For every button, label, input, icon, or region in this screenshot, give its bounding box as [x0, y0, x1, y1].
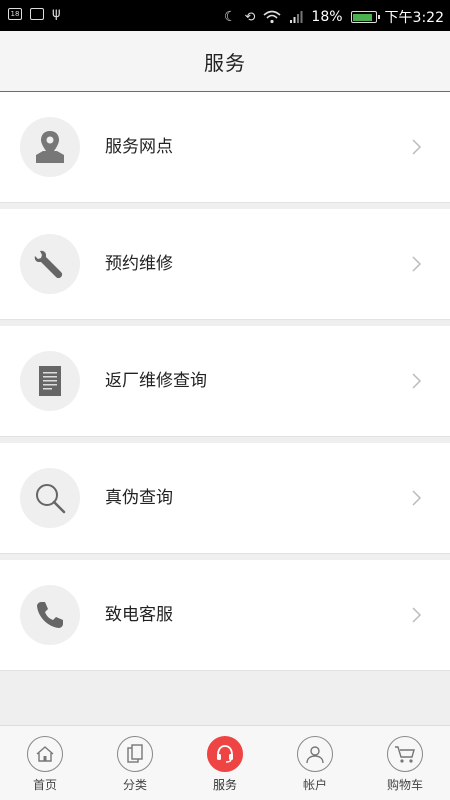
- moon-icon: ☾: [223, 9, 237, 25]
- chevron-right-icon: [412, 490, 422, 506]
- status-right: ☾ ⟲ 18% 下午3:22: [224, 7, 444, 27]
- service-item-call-support[interactable]: 致电客服: [0, 560, 450, 671]
- service-item-label: 返厂维修查询: [105, 371, 207, 391]
- screenshot-icon: [30, 7, 44, 20]
- chevron-right-icon: [412, 373, 422, 389]
- service-item-outlets[interactable]: 服务网点: [0, 92, 450, 203]
- battery-percent: 18%: [311, 9, 343, 25]
- wifi-icon: [263, 10, 281, 24]
- chevron-right-icon: [412, 256, 422, 272]
- headset-icon: [207, 736, 243, 772]
- service-item-label: 真伪查询: [105, 488, 173, 508]
- service-item-return-repair-query[interactable]: 返厂维修查询: [0, 326, 450, 437]
- status-left-icons: 18 ψ: [8, 6, 61, 21]
- battery-icon: [350, 11, 380, 23]
- service-item-authenticity-check[interactable]: 真伪查询: [0, 443, 450, 554]
- rotate-icon: ⟲: [244, 9, 256, 25]
- tab-label: 购物车: [386, 778, 423, 792]
- status-time: 下午3:22: [384, 10, 444, 26]
- service-item-label: 致电客服: [105, 605, 173, 625]
- tab-cart[interactable]: 购物车: [360, 726, 450, 800]
- chevron-right-icon: [412, 607, 422, 623]
- category-icon: [117, 736, 153, 772]
- user-icon: [297, 736, 333, 772]
- tab-category[interactable]: 分类: [90, 726, 180, 800]
- page-header: 服务: [0, 31, 450, 92]
- map-pin-icon: [20, 117, 80, 177]
- service-list: 服务网点 预约维修 返厂维修查询 真伪查询 致电客服: [0, 92, 450, 677]
- page-title: 服务: [204, 50, 246, 75]
- usb-icon: ψ: [52, 6, 61, 21]
- tab-account[interactable]: 帐户: [270, 726, 360, 800]
- bottom-tab-bar: 首页 分类 服务 帐户 购物车: [0, 725, 450, 800]
- chevron-right-icon: [412, 139, 422, 155]
- signal-icon: [290, 11, 303, 23]
- status-bar: 18 ψ ☾ ⟲ 18% 下午3:22: [0, 0, 450, 31]
- cart-icon: [387, 736, 423, 772]
- document-icon: [20, 351, 80, 411]
- magnifier-icon: [20, 468, 80, 528]
- tab-label: 首页: [32, 778, 57, 792]
- tab-home[interactable]: 首页: [0, 726, 90, 800]
- tab-service[interactable]: 服务: [180, 726, 270, 800]
- tab-label: 帐户: [302, 778, 327, 792]
- service-item-label: 预约维修: [105, 254, 173, 274]
- tab-label: 服务: [212, 778, 237, 792]
- wrench-icon: [20, 234, 80, 294]
- home-icon: [27, 736, 63, 772]
- service-item-repair-booking[interactable]: 预约维修: [0, 209, 450, 320]
- service-item-label: 服务网点: [105, 137, 173, 157]
- notification-18-icon: 18: [8, 7, 22, 20]
- phone-icon: [20, 585, 80, 645]
- tab-label: 分类: [122, 778, 147, 792]
